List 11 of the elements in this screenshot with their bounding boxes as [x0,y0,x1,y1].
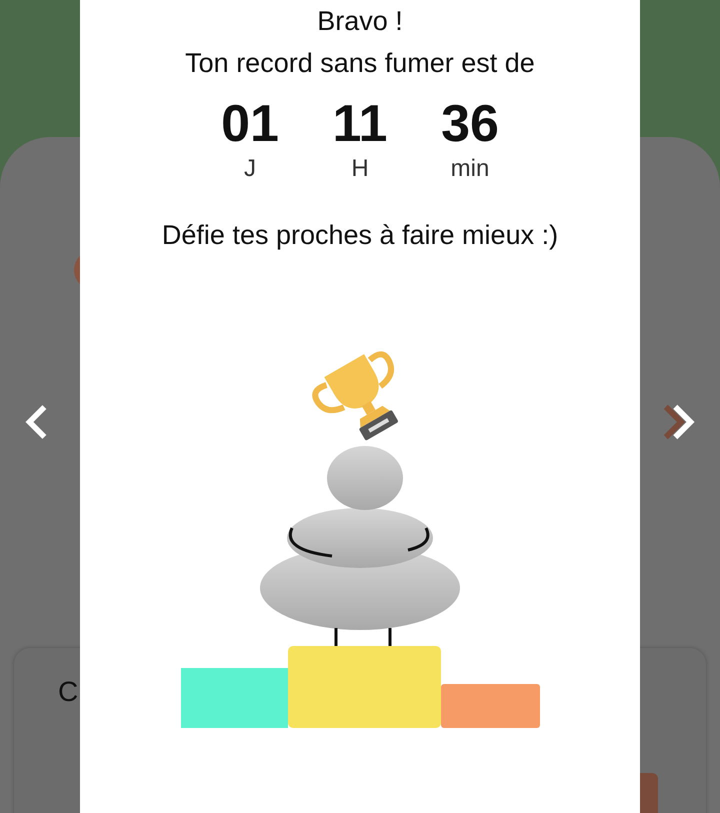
dialog-subtitle: Ton record sans fumer est de [185,47,535,80]
card-title: C [58,676,78,708]
challenge-text: Défie tes proches à faire mieux :) [162,219,558,252]
trophy-icon [312,351,399,441]
record-value: 36 [441,94,499,154]
record-unit: H [351,154,369,184]
record-value: 01 [221,94,279,154]
dialog-title: Bravo ! [317,5,403,38]
record-value: 11 [332,94,388,154]
record-unit: min [450,154,490,184]
record-unit: J [244,154,256,184]
